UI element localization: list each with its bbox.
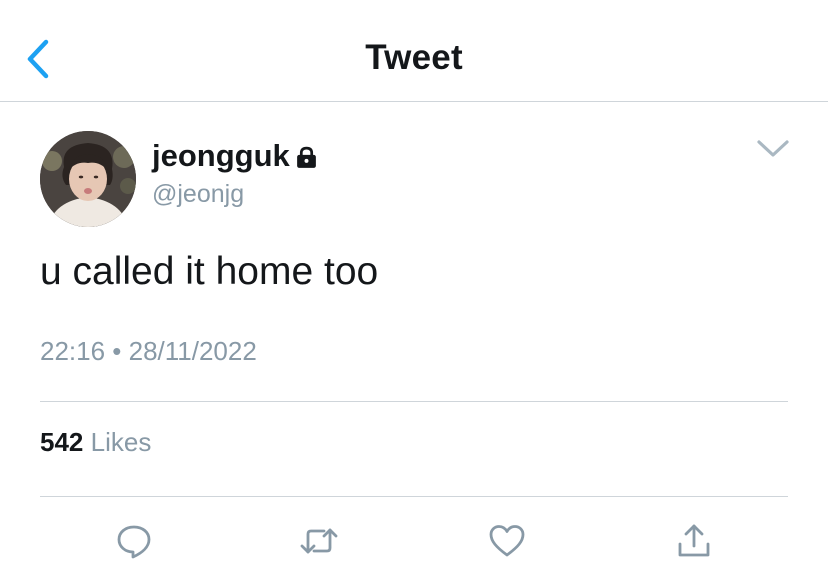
lock-icon (294, 145, 319, 170)
avatar[interactable] (40, 131, 136, 227)
like-button[interactable] (488, 522, 526, 560)
likes-count: 542 (40, 427, 84, 457)
retweet-icon (300, 528, 338, 554)
tweet-timestamp: 22:16 • 28/11/2022 (40, 336, 257, 366)
reply-button[interactable] (115, 522, 153, 560)
top-nav-bar: Tweet (0, 0, 828, 102)
retweet-button[interactable] (300, 522, 338, 560)
display-name[interactable]: jeongguk (152, 138, 319, 174)
divider (40, 496, 788, 497)
likes-label: Likes (90, 427, 152, 457)
likes-stat[interactable]: 542 Likes (40, 427, 151, 458)
user-handle[interactable]: @jeonjg (152, 180, 244, 209)
tweet-text: u called it home too (40, 250, 379, 293)
heart-icon (489, 525, 525, 557)
display-name-text: jeongguk (152, 138, 290, 173)
share-icon (678, 524, 710, 557)
more-options-button[interactable] (755, 137, 791, 161)
reply-icon (117, 525, 151, 559)
share-button[interactable] (675, 522, 713, 560)
chevron-down-icon (757, 140, 789, 157)
divider (40, 401, 788, 402)
page-title: Tweet (365, 38, 463, 77)
